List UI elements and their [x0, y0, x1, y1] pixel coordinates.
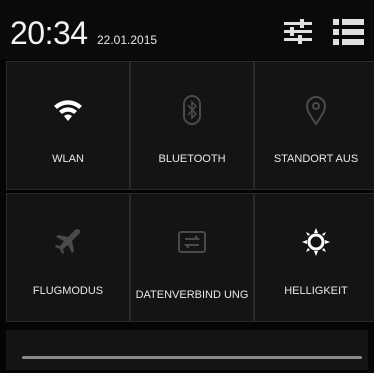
- bluetooth-icon: [183, 95, 201, 125]
- tile-label: BLUETOOTH: [158, 153, 226, 165]
- tile-data-connection[interactable]: DATENVERBIND UNG: [130, 193, 254, 322]
- settings-sliders-icon: [284, 19, 312, 44]
- drag-handle[interactable]: [22, 356, 362, 359]
- tile-brightness[interactable]: HELLIGKEIT: [254, 193, 374, 322]
- status-date: 22.01.2015: [97, 33, 158, 47]
- tile-bluetooth[interactable]: BLUETOOTH: [130, 61, 254, 190]
- airplane-icon: [55, 229, 80, 254]
- notification-area: [6, 330, 368, 370]
- status-header: 20:34 22.01.2015: [0, 0, 374, 60]
- tile-airplane-mode[interactable]: FLUGMODUS: [6, 193, 130, 322]
- brightness-icon: [302, 228, 330, 256]
- notification-list-icon: [333, 19, 364, 45]
- tile-label: FLUGMODUS: [32, 285, 104, 297]
- tile-location[interactable]: STANDORT AUS: [254, 61, 374, 190]
- tile-label: DATENVERBIND UNG: [135, 289, 249, 301]
- clock-time: 20:34: [10, 15, 88, 51]
- settings-button[interactable]: [280, 16, 316, 48]
- tile-wlan[interactable]: WLAN: [6, 61, 130, 190]
- data-connection-icon: [178, 231, 206, 253]
- tile-label: HELLIGKEIT: [284, 285, 348, 297]
- tile-label: STANDORT AUS: [273, 153, 359, 165]
- notification-list-button[interactable]: [330, 16, 366, 48]
- wifi-icon: [54, 100, 82, 121]
- tile-label: WLAN: [52, 153, 84, 165]
- location-pin-icon: [305, 96, 327, 126]
